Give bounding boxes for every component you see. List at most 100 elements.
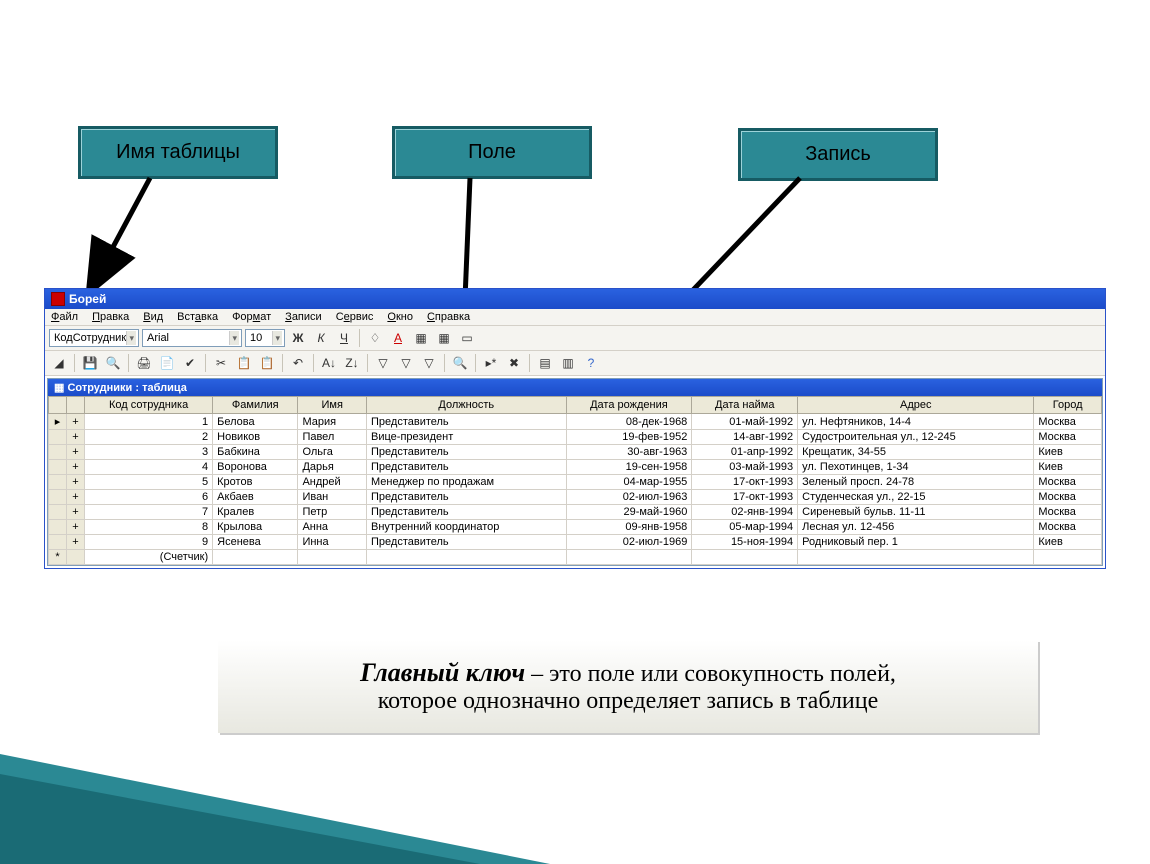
cell-addr[interactable]: Лесная ул. 12-456 xyxy=(798,520,1034,535)
cell-last[interactable]: Белова xyxy=(213,414,298,430)
menu-edit[interactable]: Правка xyxy=(92,311,129,323)
table-row[interactable]: +7КралевПетрПредставитель29-май-196002-я… xyxy=(49,505,1102,520)
window-titlebar[interactable]: Борей xyxy=(45,289,1105,309)
sort-desc-icon[interactable]: Z↓ xyxy=(342,353,362,373)
cell-pos[interactable]: Представитель xyxy=(367,505,567,520)
cell-last[interactable]: Кротов xyxy=(213,475,298,490)
fill-color-button[interactable]: ♢ xyxy=(365,328,385,348)
cell-city[interactable]: Москва xyxy=(1034,430,1102,445)
cell-hd[interactable]: 02-янв-1994 xyxy=(692,505,798,520)
copy-icon[interactable]: 📋 xyxy=(234,353,254,373)
cell-last[interactable]: Ясенева xyxy=(213,535,298,550)
row-selector[interactable] xyxy=(49,535,67,550)
cell-pos[interactable]: Вице-президент xyxy=(367,430,567,445)
cell-bd[interactable]: 02-июл-1963 xyxy=(566,490,692,505)
col-last[interactable]: Фамилия xyxy=(213,397,298,414)
cell-addr[interactable]: Родниковый пер. 1 xyxy=(798,535,1034,550)
cell-addr[interactable]: Студенческая ул., 22-15 xyxy=(798,490,1034,505)
cell-first[interactable]: Мария xyxy=(298,414,367,430)
table-row[interactable]: +3БабкинаОльгаПредставитель30-авг-196301… xyxy=(49,445,1102,460)
row-selector[interactable] xyxy=(49,475,67,490)
row-selector[interactable] xyxy=(49,445,67,460)
expand-icon[interactable] xyxy=(67,550,85,565)
cell-last[interactable]: Бабкина xyxy=(213,445,298,460)
table-row[interactable]: +8КрыловаАннаВнутренний координатор09-ян… xyxy=(49,520,1102,535)
combo-size[interactable]: 10 xyxy=(245,329,285,347)
cell-bd[interactable]: 29-май-1960 xyxy=(566,505,692,520)
cell-hd[interactable]: 03-май-1993 xyxy=(692,460,798,475)
cell-id[interactable]: 9 xyxy=(85,535,213,550)
filter-toggle-icon[interactable]: ▽ xyxy=(419,353,439,373)
table-row[interactable]: +4ВороноваДарьяПредставитель19-сен-19580… xyxy=(49,460,1102,475)
menu-tools[interactable]: Сервис xyxy=(336,311,374,323)
view-button[interactable]: ◢ xyxy=(49,353,69,373)
expand-icon[interactable]: + xyxy=(67,475,85,490)
cell-city[interactable]: Киев xyxy=(1034,445,1102,460)
expand-icon[interactable]: + xyxy=(67,430,85,445)
delete-record-icon[interactable]: ✖ xyxy=(504,353,524,373)
cell-pos[interactable]: Представитель xyxy=(367,414,567,430)
print-icon[interactable]: 🖨 xyxy=(134,353,154,373)
table-row[interactable]: +2НовиковПавелВице-президент19-фев-19521… xyxy=(49,430,1102,445)
table-row[interactable]: +9ЯсеневаИннаПредставитель02-июл-196915-… xyxy=(49,535,1102,550)
expand-icon[interactable]: + xyxy=(67,505,85,520)
cell-hd[interactable]: 15-ноя-1994 xyxy=(692,535,798,550)
col-pos[interactable]: Должность xyxy=(367,397,567,414)
cell-city[interactable]: Москва xyxy=(1034,414,1102,430)
cell-pos[interactable]: Представитель xyxy=(367,490,567,505)
cell-first[interactable]: Павел xyxy=(298,430,367,445)
cell-bd[interactable]: 19-фев-1952 xyxy=(566,430,692,445)
col-hd[interactable]: Дата найма xyxy=(692,397,798,414)
expand-icon[interactable]: + xyxy=(67,460,85,475)
special-effect-button[interactable]: ▭ xyxy=(457,328,477,348)
row-selector[interactable] xyxy=(49,505,67,520)
undo-icon[interactable]: ↶ xyxy=(288,353,308,373)
cell-pos[interactable]: Внутренний координатор xyxy=(367,520,567,535)
expand-header[interactable] xyxy=(67,397,85,414)
row-selector[interactable] xyxy=(49,430,67,445)
row-selector[interactable]: ▸ xyxy=(49,414,67,430)
cell-city[interactable]: Москва xyxy=(1034,475,1102,490)
menu-records[interactable]: Записи xyxy=(285,311,322,323)
datasheet-title[interactable]: ▦ Сотрудники : таблица xyxy=(48,379,1102,396)
cell-last[interactable]: Крылова xyxy=(213,520,298,535)
db-window-icon[interactable]: ▤ xyxy=(535,353,555,373)
cell-hd[interactable]: 17-окт-1993 xyxy=(692,475,798,490)
paste-icon[interactable]: 📋 xyxy=(257,353,277,373)
cell-bd[interactable]: 02-июл-1969 xyxy=(566,535,692,550)
row-selector[interactable] xyxy=(49,490,67,505)
expand-icon[interactable]: + xyxy=(67,535,85,550)
new-record-icon[interactable]: ▸* xyxy=(481,353,501,373)
expand-icon[interactable]: + xyxy=(67,520,85,535)
cell-first[interactable]: Дарья xyxy=(298,460,367,475)
menu-insert[interactable]: Вставка xyxy=(177,311,218,323)
cell-city[interactable]: Москва xyxy=(1034,520,1102,535)
col-id[interactable]: Код сотрудника xyxy=(85,397,213,414)
find-icon[interactable]: 🔍 xyxy=(450,353,470,373)
combo-font[interactable]: Arial xyxy=(142,329,242,347)
cell-city[interactable]: Москва xyxy=(1034,490,1102,505)
cell-city[interactable]: Москва xyxy=(1034,505,1102,520)
italic-button[interactable]: К xyxy=(311,328,331,348)
cell-addr[interactable]: Судостроительная ул., 12-245 xyxy=(798,430,1034,445)
row-selector-header[interactable] xyxy=(49,397,67,414)
cell-id[interactable]: 4 xyxy=(85,460,213,475)
gridlines-button[interactable]: ▦ xyxy=(434,328,454,348)
col-city[interactable]: Город xyxy=(1034,397,1102,414)
cell-id[interactable]: 8 xyxy=(85,520,213,535)
table-row[interactable]: +5КротовАндрейМенеджер по продажам04-мар… xyxy=(49,475,1102,490)
cell-city[interactable]: Киев xyxy=(1034,460,1102,475)
cell-addr[interactable]: ул. Пехотинцев, 1-34 xyxy=(798,460,1034,475)
cell-bd[interactable]: 09-янв-1958 xyxy=(566,520,692,535)
cell-addr[interactable]: Сиреневый бульв. 11-11 xyxy=(798,505,1034,520)
cell-addr[interactable]: Зеленый просп. 24-78 xyxy=(798,475,1034,490)
cell-id[interactable]: 3 xyxy=(85,445,213,460)
cell-bd[interactable]: 30-авг-1963 xyxy=(566,445,692,460)
cell-hd[interactable]: 14-авг-1992 xyxy=(692,430,798,445)
cell-first[interactable]: Анна xyxy=(298,520,367,535)
font-color-button[interactable]: A xyxy=(388,328,408,348)
cell-id[interactable]: 5 xyxy=(85,475,213,490)
cell-id[interactable]: 1 xyxy=(85,414,213,430)
cell-id[interactable]: 2 xyxy=(85,430,213,445)
new-row[interactable]: *(Счетчик) xyxy=(49,550,1102,565)
